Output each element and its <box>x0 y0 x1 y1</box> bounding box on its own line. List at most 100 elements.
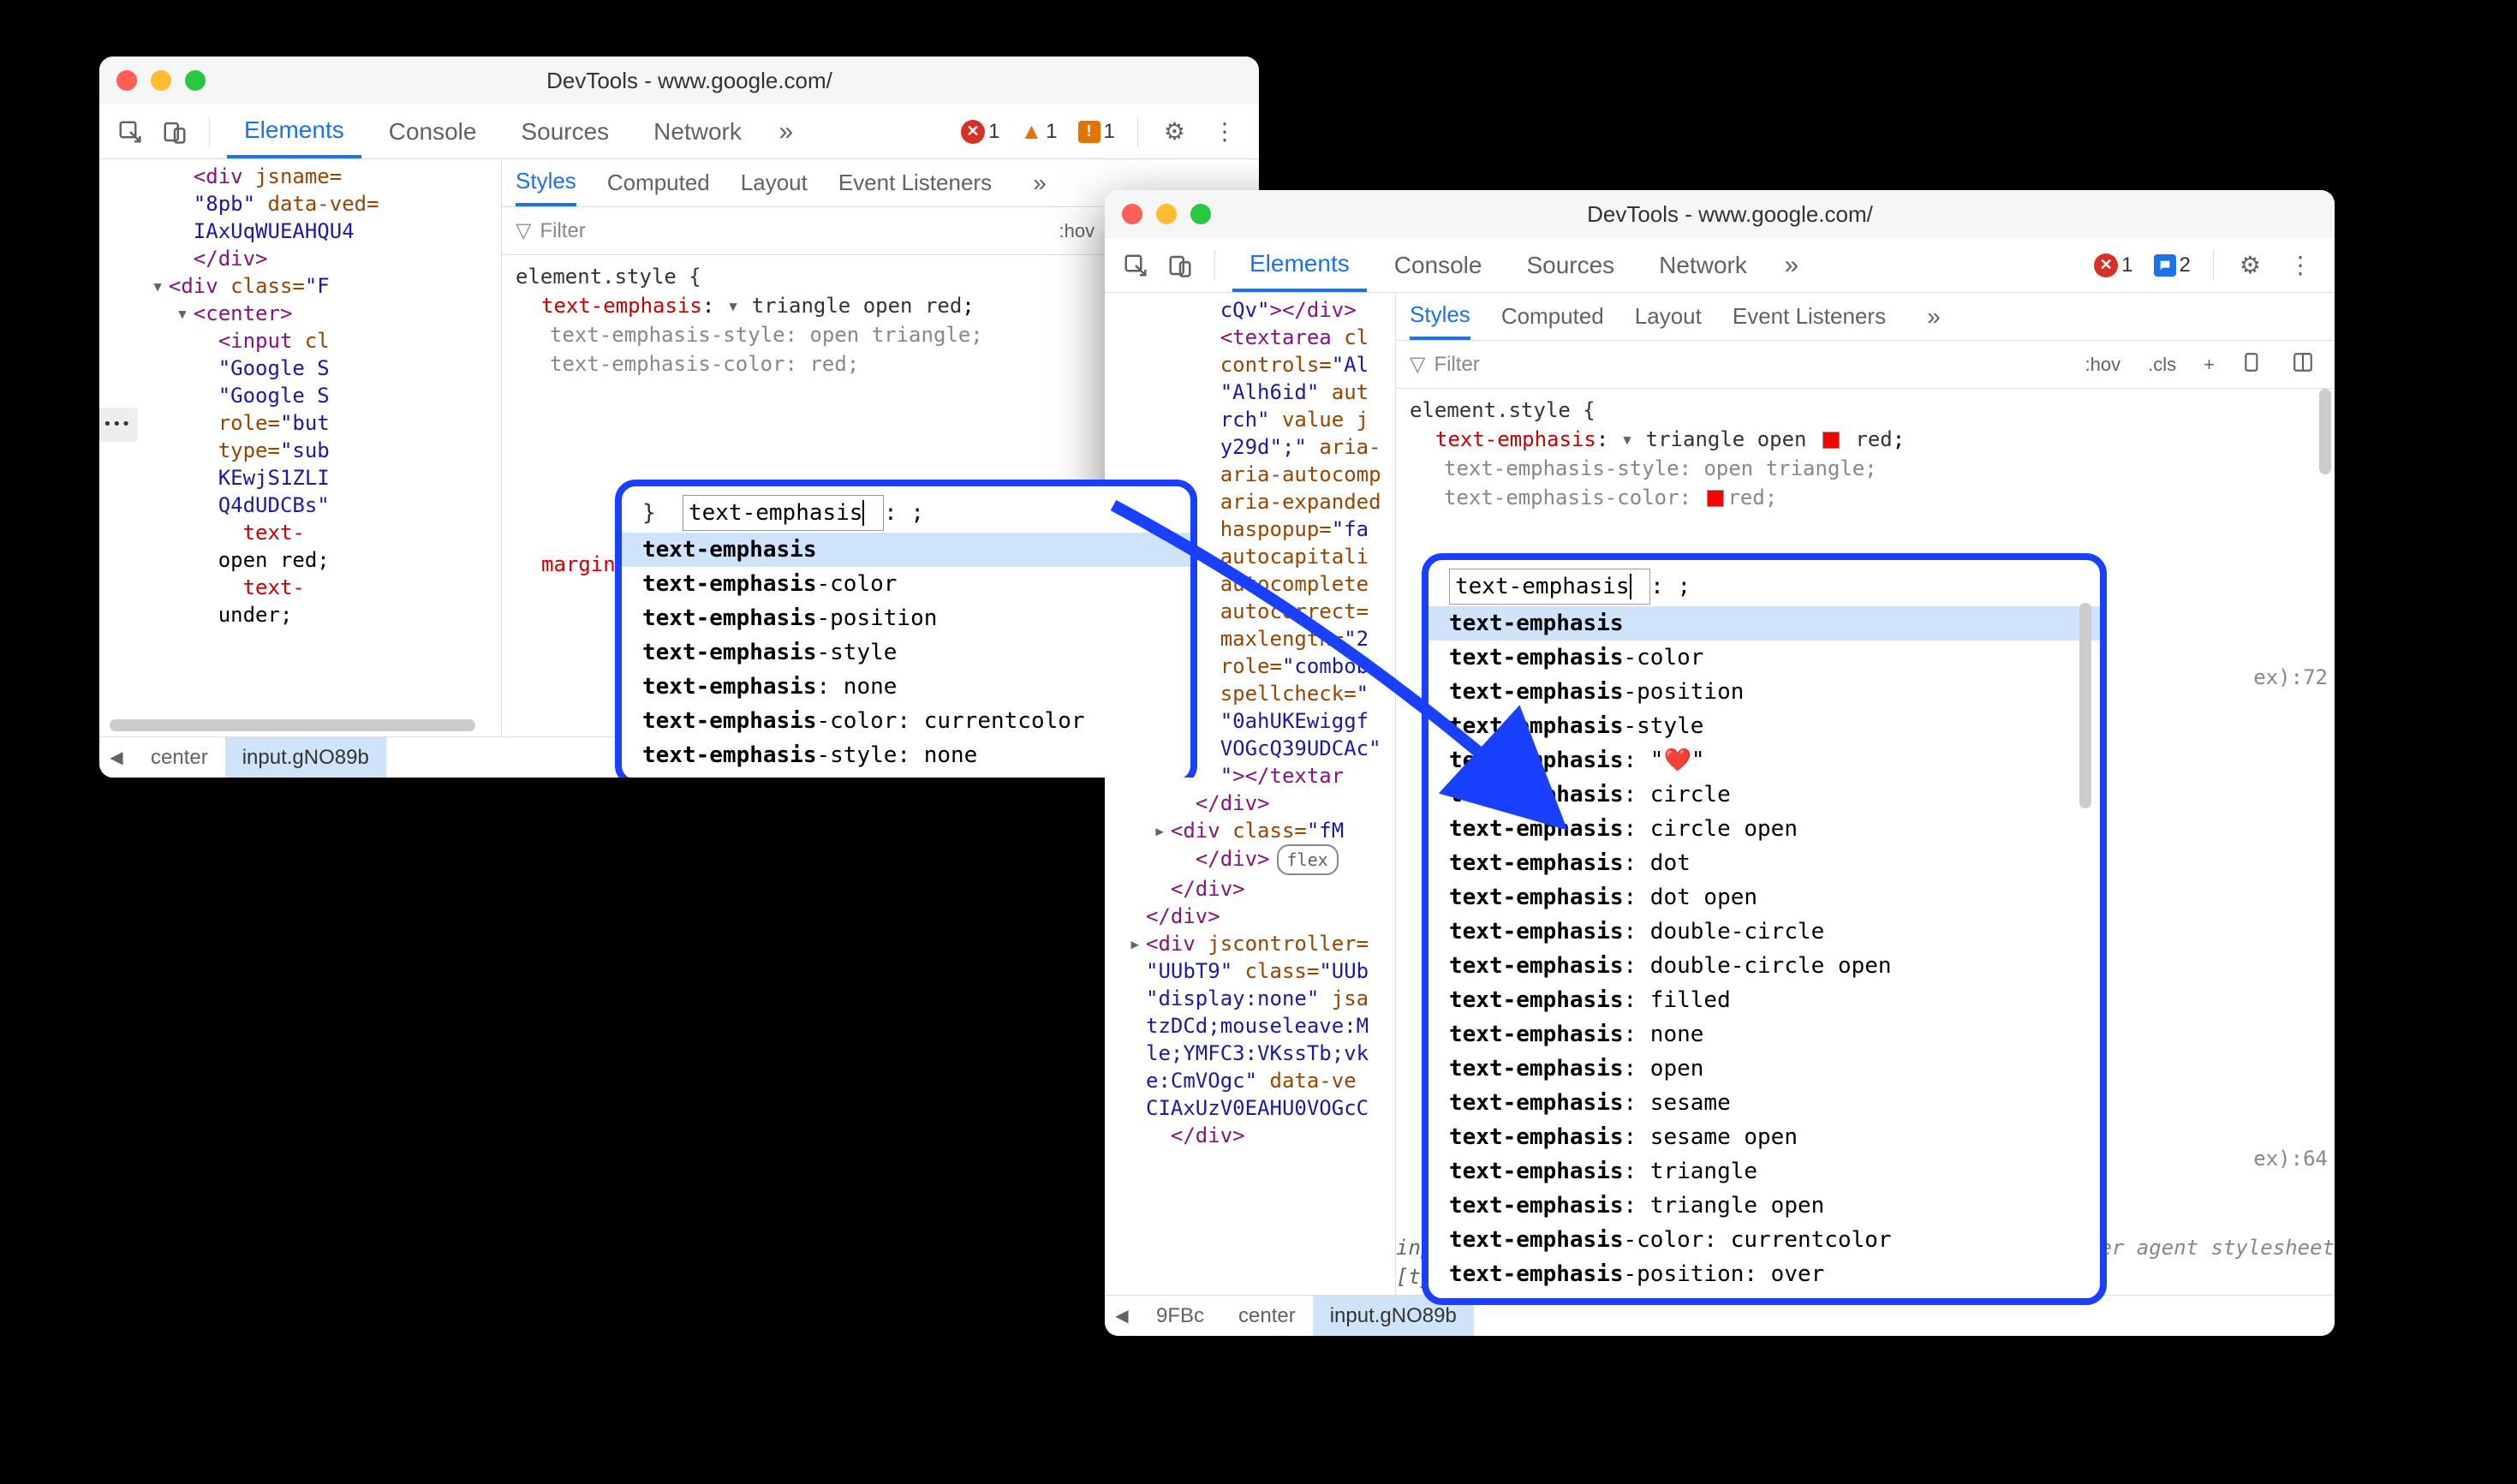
dom-line[interactable]: KEwjS1ZLI <box>120 464 501 492</box>
dom-line[interactable]: "UUbT9" class="UUb <box>1122 957 1395 985</box>
autocomplete-item[interactable]: text-emphasis-color: currentcolor <box>622 704 1190 738</box>
dom-line[interactable]: <div jsname= <box>120 163 501 190</box>
breadcrumb-scroll-left-icon[interactable]: ◀ <box>1105 1305 1139 1326</box>
autocomplete-item[interactable]: text-emphasis-color <box>1428 641 2100 675</box>
autocomplete-item[interactable]: text-emphasis: triangle open <box>1428 1189 2100 1223</box>
styles-tab-listeners[interactable]: Event Listeners <box>838 159 992 206</box>
autocomplete-item[interactable]: text-emphasis: sesame <box>1428 1086 2100 1120</box>
autocomplete-item[interactable]: text-emphasis <box>622 533 1190 567</box>
kebab-icon[interactable]: ⋮ <box>2280 251 2321 279</box>
autocomplete-item[interactable]: text-emphasis: dot open <box>1428 880 2100 915</box>
dom-line[interactable]: <input cl <box>120 327 501 355</box>
dom-line[interactable]: "display:none" jsa <box>1122 985 1395 1012</box>
styles-tab-listeners[interactable]: Event Listeners <box>1733 293 1886 340</box>
autocomplete-item[interactable]: text-emphasis: triangle <box>1428 1154 2100 1189</box>
filter-input[interactable]: ▽ Filter <box>516 218 1039 243</box>
color-swatch[interactable] <box>1822 432 1840 449</box>
tab-network[interactable]: Network <box>1642 238 1764 292</box>
autocomplete-item[interactable]: text-emphasis: none <box>1428 1017 2100 1052</box>
autocomplete-item[interactable]: text-emphasis-color <box>622 567 1190 601</box>
dom-line[interactable]: under; <box>120 601 501 629</box>
minimize-icon[interactable] <box>151 70 171 91</box>
dom-line[interactable]: </div> <box>120 245 501 272</box>
tab-network[interactable]: Network <box>636 104 759 158</box>
tab-elements[interactable]: Elements <box>1232 238 1367 292</box>
more-styles-tabs-icon[interactable]: » <box>1917 300 1951 334</box>
expand-icon[interactable]: ▾ <box>727 294 739 318</box>
h-scrollbar[interactable] <box>110 719 475 731</box>
gear-icon[interactable]: ⚙ <box>2231 251 2269 279</box>
autocomplete-item[interactable]: text-emphasis-style <box>622 635 1190 670</box>
expand-icon[interactable]: ▾ <box>1621 427 1633 451</box>
dom-line[interactable]: cQv"></div> <box>1122 296 1395 324</box>
prop-name[interactable]: text-emphasis <box>541 294 702 318</box>
close-icon[interactable] <box>1122 204 1142 224</box>
breadcrumb-item[interactable]: center <box>134 737 225 778</box>
inspect-icon[interactable] <box>1118 248 1153 283</box>
dom-line[interactable]: controls="Al <box>1122 351 1395 378</box>
gear-icon[interactable]: ⚙ <box>1155 117 1194 146</box>
device-panel-icon[interactable] <box>2235 351 2271 378</box>
dom-line[interactable]: "Google S <box>120 355 501 382</box>
dom-line[interactable]: e:CmVOgc" data-ve <box>1122 1067 1395 1094</box>
dom-line[interactable]: </div> <box>1122 790 1395 817</box>
kebab-icon[interactable]: ⋮ <box>1204 117 1245 146</box>
cls-button[interactable]: .cls <box>2141 354 2183 376</box>
dom-line[interactable]: y29d";" aria- <box>1122 433 1395 461</box>
hov-button[interactable]: :hov <box>1053 220 1102 242</box>
prop-value[interactable]: triangle open red <box>752 294 963 318</box>
computed-toggle-icon[interactable] <box>2285 351 2321 378</box>
maximize-icon[interactable] <box>1190 204 1211 224</box>
filter-input[interactable]: ▽ Filter <box>1410 352 2065 377</box>
prop-name[interactable]: text-emphasis <box>1435 427 1596 451</box>
inspect-icon[interactable] <box>113 115 147 149</box>
dom-line[interactable]: rch" value j <box>1122 406 1395 433</box>
more-tabs-icon[interactable]: » <box>769 115 803 149</box>
v-scrollbar[interactable] <box>2079 603 2091 808</box>
dom-line[interactable]: CIAxUzV0EAHU0VOGcC <box>1122 1094 1395 1122</box>
maximize-icon[interactable] <box>185 70 206 91</box>
dom-line[interactable]: type="sub <box>120 437 501 464</box>
breadcrumb-item-selected[interactable]: input.gNO89b <box>225 737 386 778</box>
autocomplete-item[interactable]: text-emphasis-color: currentcolor <box>1428 1223 2100 1257</box>
dom-line[interactable]: <textarea cl <box>1122 324 1395 351</box>
message-count[interactable]: 2 <box>2154 253 2191 277</box>
autocomplete-item[interactable]: text-emphasis-style <box>1428 709 2100 743</box>
css-property-input[interactable]: text-emphasis <box>683 495 884 531</box>
autocomplete-item[interactable]: text-emphasis-position <box>1428 675 2100 709</box>
dom-tree-pane[interactable]: cQv"></div> <textarea cl controls="Al "A… <box>1105 293 1396 1295</box>
dom-line[interactable]: text- <box>120 574 501 601</box>
tab-sources[interactable]: Sources <box>1509 238 1631 292</box>
dom-line[interactable]: ▾<div class="F <box>120 272 501 300</box>
error-count[interactable]: ✕ 1 <box>2094 253 2132 277</box>
tab-console[interactable]: Console <box>1377 238 1500 292</box>
autocomplete-item[interactable]: text-emphasis: circle open <box>1428 812 2100 846</box>
autocomplete-item[interactable]: text-emphasis: double-circle open <box>1428 949 2100 983</box>
dom-line[interactable]: </div>flex <box>1122 844 1395 875</box>
device-icon[interactable] <box>158 115 192 149</box>
minimize-icon[interactable] <box>1156 204 1177 224</box>
styles-tab-styles[interactable]: Styles <box>1410 293 1470 340</box>
dom-line[interactable]: open red; <box>120 546 501 574</box>
autocomplete-item[interactable]: text-emphasis <box>1428 606 2100 641</box>
styles-tab-computed[interactable]: Computed <box>1501 293 1604 340</box>
autocomplete-item[interactable]: text-emphasis: open <box>1428 1052 2100 1086</box>
tab-elements[interactable]: Elements <box>227 104 361 158</box>
dom-tree-pane[interactable]: <div jsname= "8pb" data-ved= IAxUqWUEAHQ… <box>99 159 502 736</box>
more-tabs-icon[interactable]: » <box>1774 248 1809 283</box>
styles-tab-styles[interactable]: Styles <box>516 159 576 206</box>
dom-line[interactable]: tzDCd;mouseleave:M <box>1122 1012 1395 1040</box>
dom-line[interactable]: role="but <box>120 409 501 437</box>
breadcrumb-item[interactable]: center <box>1221 1296 1313 1336</box>
styles-tab-computed[interactable]: Computed <box>607 159 710 206</box>
dom-line[interactable]: IAxUqWUEAHQU4 <box>120 218 501 245</box>
more-styles-tabs-icon[interactable]: » <box>1023 166 1057 200</box>
new-rule-button[interactable]: + <box>2197 354 2222 376</box>
tab-sources[interactable]: Sources <box>504 104 626 158</box>
breadcrumb-scroll-left-icon[interactable]: ◀ <box>99 747 134 768</box>
warning-count[interactable]: ▲ 1 <box>1020 118 1057 145</box>
issue-count[interactable]: ! 1 <box>1078 120 1115 144</box>
dom-line[interactable]: "Google S <box>120 382 501 409</box>
dom-line[interactable]: </div> <box>1122 1122 1395 1149</box>
dom-line[interactable]: text- <box>120 519 501 546</box>
